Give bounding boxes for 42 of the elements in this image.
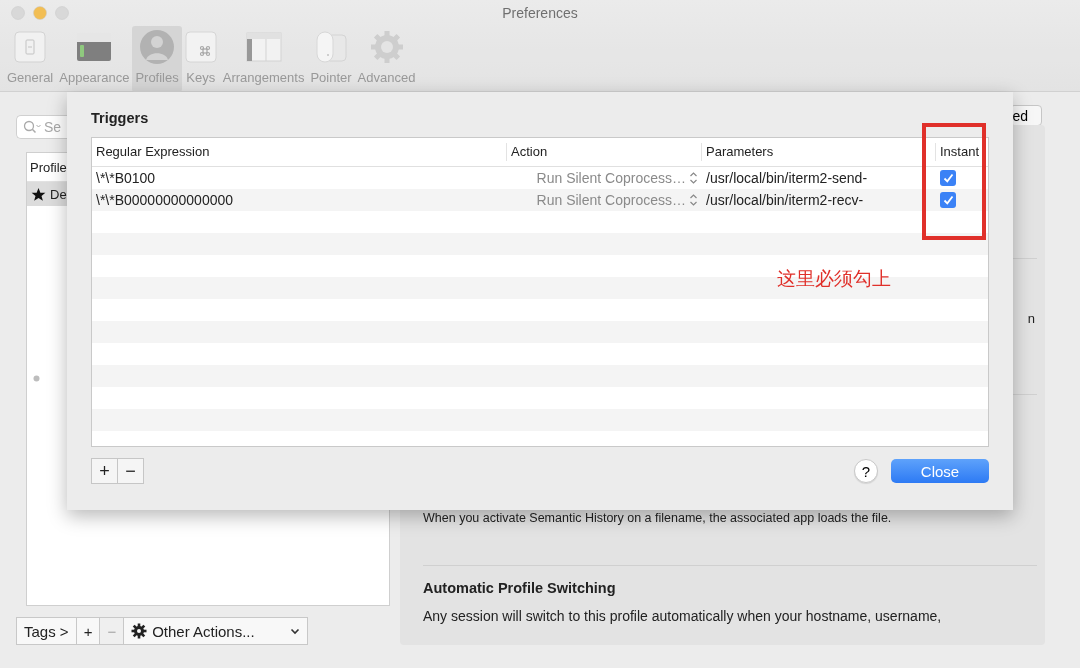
chevron-down-icon [290, 627, 301, 635]
stepper-icon [689, 171, 698, 185]
mouse-icon [314, 30, 348, 64]
remove-button[interactable]: − [117, 458, 144, 484]
column-header[interactable]: Parameters [702, 143, 936, 161]
column-header[interactable]: Instant [936, 143, 988, 161]
tags-button[interactable]: Tags > [16, 617, 77, 645]
minimize-window-icon[interactable] [33, 6, 47, 20]
section-description: Any session will switch to this profile automatically when your hostname, username, [423, 608, 943, 624]
sheet-title: Triggers [91, 110, 149, 128]
annotation-text: 这里必须勾上 [777, 266, 891, 291]
panel-icon [14, 31, 47, 63]
section-title: Automatic Profile Switching [423, 580, 617, 596]
person-icon [139, 29, 176, 65]
profile-name: De [50, 186, 67, 202]
checkmark-icon [942, 195, 954, 205]
layout-icon [245, 31, 282, 63]
column-header[interactable]: Action [507, 143, 702, 161]
other-actions-dropdown[interactable]: Other Actions... [123, 617, 309, 645]
action-popup[interactable]: Run Silent Coprocess… [507, 170, 702, 186]
key-icon [184, 31, 217, 63]
add-button[interactable]: + [91, 458, 118, 484]
gear-icon [368, 29, 405, 65]
search-icon [23, 120, 41, 134]
parameters-cell[interactable]: /usr/local/bin/iterm2-recv- [702, 192, 936, 208]
split-handle-icon[interactable] [33, 375, 40, 382]
checkmark-icon [942, 173, 954, 183]
window-title: Preferences [502, 5, 578, 21]
instant-checkbox[interactable] [940, 192, 956, 208]
help-button[interactable]: ? [854, 459, 878, 483]
column-header[interactable]: Profile [30, 159, 67, 175]
regex-cell[interactable]: \*\*B00000000000000 [92, 192, 507, 208]
instant-checkbox[interactable] [940, 170, 956, 186]
gear-icon [131, 623, 148, 639]
partial-label: n [1027, 311, 1035, 326]
stepper-icon [689, 193, 698, 207]
window-icon [76, 31, 113, 63]
regex-cell[interactable]: \*\*B0100 [92, 170, 507, 186]
column-header[interactable]: Regular Expression [92, 143, 507, 161]
semantic-history-note: When you activate Semantic History on a filename, the associated app loads the file. [423, 511, 893, 525]
profile-row[interactable]: De [27, 182, 67, 206]
parameters-cell[interactable]: /usr/local/bin/iterm2-send- [702, 170, 936, 186]
